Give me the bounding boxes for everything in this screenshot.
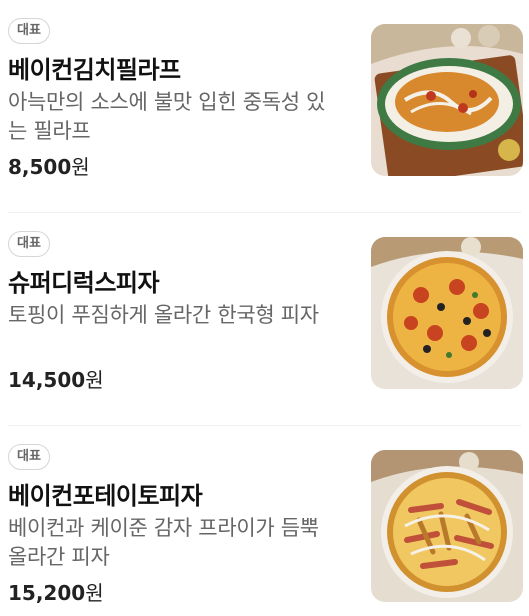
item-name: 슈퍼디럭스피자 [8,269,160,297]
item-name: 베이컨포테이토피자 [8,482,203,510]
price-value: 15,200 [8,581,86,605]
item-price: 15,200원 [8,577,104,606]
price-value: 14,500 [8,368,86,392]
price-unit: 원 [71,155,90,179]
item-description: 토핑이 푸짐하게 올라간 한국형 피자 [8,303,319,327]
menu-item-bacon-potato-pizza[interactable]: 대표 베이컨포테이토피자 베이컨과 케이준 감자 프라이가 듬뿍 올라간 피자 … [0,426,529,616]
price-unit: 원 [85,368,104,392]
menu-item-bacon-kimchi-pilaf[interactable]: 대표 베이컨김치필라프 아늑만의 소스에 불맛 입힌 중독성 있는 필라프 8,… [0,0,529,213]
item-price: 14,500원 [8,364,104,393]
signature-badge: 대표 [8,18,50,44]
item-description: 베이컨과 케이준 감자 프라이가 듬뿍 올라간 피자 [8,516,319,569]
supreme-pizza-photo[interactable] [371,237,523,389]
price-unit: 원 [85,581,104,605]
item-name: 베이컨김치필라프 [8,56,181,84]
price-value: 8,500 [8,155,72,179]
item-description: 아늑만의 소스에 불맛 입힌 중독성 있는 필라프 [8,90,326,143]
pilaf-dish-photo[interactable] [371,24,523,176]
signature-badge: 대표 [8,231,50,257]
bacon-potato-pizza-photo[interactable] [371,450,523,602]
item-price: 8,500원 [8,151,90,180]
signature-badge: 대표 [8,444,50,470]
menu-item-super-deluxe-pizza[interactable]: 대표 슈퍼디럭스피자 토핑이 푸짐하게 올라간 한국형 피자 14,500원 [0,213,529,426]
